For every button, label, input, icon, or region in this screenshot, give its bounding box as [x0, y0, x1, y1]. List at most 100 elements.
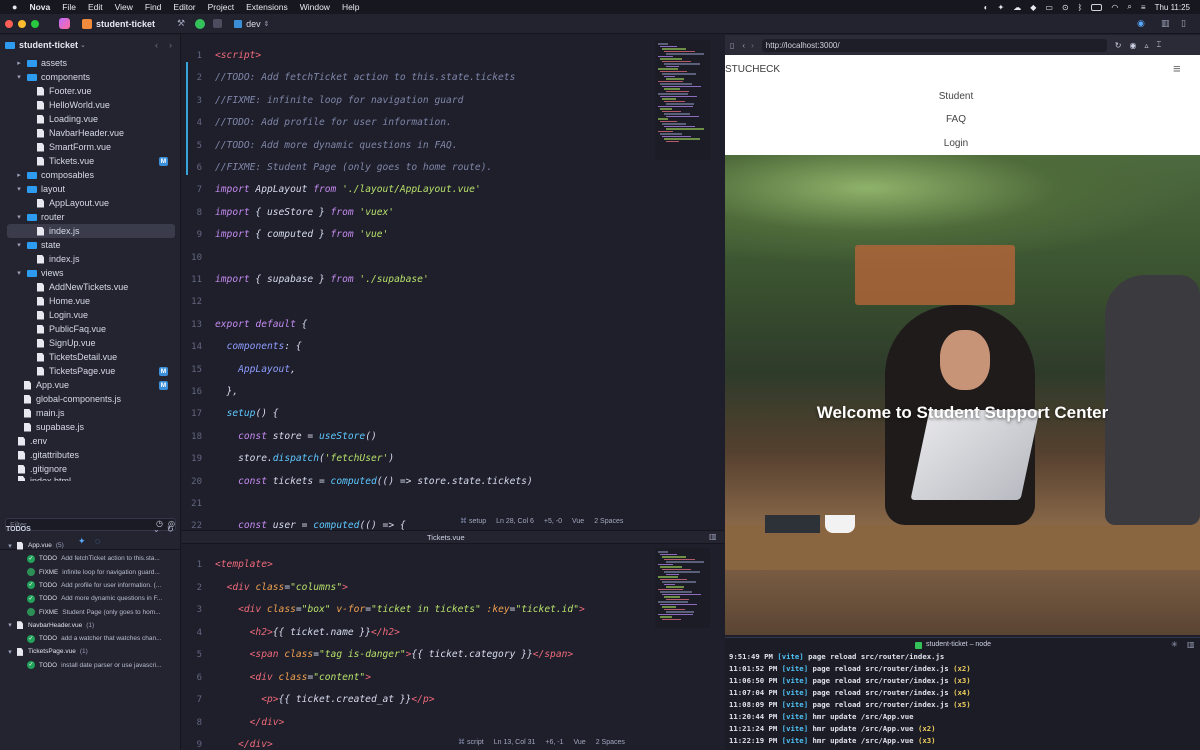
chevron-down-icon[interactable]: ⌄ — [80, 41, 86, 49]
menu-extensions[interactable]: Extensions — [246, 2, 288, 12]
layout-icon[interactable]: ▥ — [1161, 18, 1170, 29]
code-line[interactable]: import { computed } from 'vue' — [215, 229, 388, 240]
status-language[interactable]: Vue — [572, 518, 584, 525]
code-line[interactable]: export default { — [215, 319, 307, 330]
spinner-icon[interactable]: ✳ — [1171, 640, 1178, 649]
code-line[interactable]: <script> — [215, 50, 261, 61]
sidebar-file-HelloWorld-vue[interactable]: HelloWorld.vue — [0, 98, 181, 112]
sidebar-file-global-components-js[interactable]: global-components.js — [0, 392, 181, 406]
sidebar-file-NavbarHeader-vue[interactable]: NavbarHeader.vue — [0, 126, 181, 140]
minimap-bottom[interactable] — [655, 548, 710, 628]
chevron-down-icon[interactable]: ▾ — [15, 269, 23, 277]
chevron-down-icon[interactable]: ▾ — [15, 241, 23, 249]
todo-item[interactable]: ✓ TODO add a watcher that watches chan... — [0, 632, 181, 645]
chevron-down-icon[interactable]: ▾ — [6, 648, 14, 656]
sidebar-toggle-icon[interactable]: ▯ — [1181, 18, 1186, 29]
sidebar-file-SignUp-vue[interactable]: SignUp.vue — [0, 336, 181, 350]
code-line[interactable]: <span class="tag is-danger">{{ ticket.ca… — [215, 649, 574, 660]
project-name[interactable]: student-ticket — [96, 19, 155, 29]
eye-icon[interactable]: ◉ — [1129, 41, 1136, 50]
status-diff[interactable]: +6, -1 — [545, 739, 563, 746]
display-icon[interactable]: ▭ — [1045, 3, 1053, 12]
status-icon[interactable]: ◆ — [1030, 3, 1036, 12]
code-line[interactable]: }, — [215, 386, 239, 397]
sidebar-file-SmartForm-vue[interactable]: SmartForm.vue — [0, 140, 181, 154]
status-icon[interactable]: ⊙ — [1062, 3, 1069, 12]
code-line[interactable]: //TODO: Add more dynamic questions in FA… — [215, 140, 458, 151]
code-line[interactable]: //FIXME: infinite loop for navigation gu… — [215, 95, 463, 106]
code-line[interactable]: AppLayout, — [215, 364, 296, 375]
status-indent[interactable]: 2 Spaces — [594, 518, 623, 525]
sidebar-file-AppLayout-vue[interactable]: AppLayout.vue — [0, 196, 181, 210]
chevron-down-icon[interactable]: ⌄ — [153, 525, 160, 534]
status-language[interactable]: Vue — [574, 739, 586, 746]
sidebar-folder-state[interactable]: ▾ state — [0, 238, 181, 252]
sidebar-file--gitattributes[interactable]: .gitattributes — [0, 448, 181, 462]
sidebar-file-TicketsPage-vue[interactable]: TicketsPage.vue M — [0, 364, 181, 378]
warning-icon[interactable]: ▵ — [1144, 41, 1148, 50]
cloud-icon[interactable]: ☁ — [1013, 3, 1021, 12]
code-line[interactable]: <div class="content"> — [215, 672, 371, 683]
code-line[interactable]: //FIXME: Student Page (only goes to home… — [215, 162, 492, 173]
code-line[interactable]: import AppLayout from './layout/AppLayou… — [215, 184, 481, 195]
chevron-down-icon[interactable]: ▾ — [15, 213, 23, 221]
code-line[interactable]: <template> — [215, 559, 273, 570]
code-line[interactable]: import { supabase } from './supabase' — [215, 274, 429, 285]
chevron-down-icon[interactable]: ▾ — [6, 621, 14, 629]
sidebar-file-Tickets-vue[interactable]: Tickets.vue M — [0, 154, 181, 168]
menu-window[interactable]: Window — [300, 2, 330, 12]
todo-item[interactable]: FIXME infinite loop for navigation guard.… — [0, 566, 181, 579]
status-icon[interactable]: ◐ — [984, 3, 989, 12]
status-symbol[interactable]: setup — [469, 518, 486, 525]
menu-edit[interactable]: Edit — [88, 2, 103, 12]
code-line[interactable]: </div> — [215, 739, 273, 750]
sidebar-file-index-js[interactable]: index.js — [0, 252, 181, 266]
code-line[interactable]: <h2>{{ ticket.name }}</h2> — [215, 627, 400, 638]
wifi-icon[interactable]: ◠ — [1111, 3, 1118, 12]
inspect-icon[interactable]: ⌶ — [1156, 40, 1161, 50]
nav-student[interactable]: Student — [725, 91, 1187, 102]
sidebar-file-Login-vue[interactable]: Login.vue — [0, 308, 181, 322]
site-brand[interactable]: STUCHECK — [725, 64, 780, 75]
status-diff[interactable]: +5, -0 — [544, 518, 562, 525]
sidebar-project-name[interactable]: student-ticket — [19, 40, 78, 50]
code-line[interactable]: components: { — [215, 341, 302, 352]
code-line[interactable]: const store = useStore() — [215, 431, 377, 442]
menu-help[interactable]: Help — [342, 2, 359, 12]
sidebar-file-supabase-js[interactable]: supabase.js — [0, 420, 181, 434]
control-center-icon[interactable]: ≡ — [1141, 3, 1146, 12]
todo-group[interactable]: ▾ NavbarHeader.vue (1) — [0, 619, 181, 632]
zoom-window-button[interactable] — [31, 19, 39, 28]
sidebar-folder-layout[interactable]: ▾ layout — [0, 182, 181, 196]
sidebar-file--env[interactable]: .env — [0, 434, 181, 448]
sidebar-file-App-vue[interactable]: App.vue M — [0, 378, 181, 392]
todo-group[interactable]: ▾ App.vue (5) — [0, 539, 181, 552]
todo-group[interactable]: ▾ TicketsPage.vue (1) — [0, 645, 181, 658]
status-icon[interactable]: ✦ — [997, 3, 1004, 12]
code-line[interactable]: const tickets = computed(() => store.sta… — [215, 476, 533, 487]
sidebar-folder-composables[interactable]: ▸ composables — [0, 168, 181, 182]
chevron-right-icon[interactable]: ▸ — [15, 59, 23, 67]
back-icon[interactable]: ‹ — [742, 41, 745, 50]
terminal-panel[interactable]: student-ticket – node ✳ ▥ 9:51:49 PM [vi… — [725, 637, 1200, 750]
code-line[interactable]: setup() { — [215, 408, 279, 419]
chevron-down-icon[interactable]: ▾ — [6, 542, 14, 550]
inspector-icon[interactable]: ◉ — [1137, 18, 1145, 29]
code-line[interactable]: <p>{{ ticket.created_at }}</p> — [215, 694, 434, 705]
menu-editor[interactable]: Editor — [173, 2, 195, 12]
status-position[interactable]: Ln 28, Col 6 — [496, 518, 534, 525]
split-icon[interactable]: ▥ — [709, 532, 717, 541]
stop-button[interactable] — [213, 19, 223, 28]
sidebar-file-AddNewTickets-vue[interactable]: AddNewTickets.vue — [0, 280, 181, 294]
bluetooth-icon[interactable]: ᛒ — [1078, 3, 1083, 12]
code-line[interactable]: <div class="columns"> — [215, 582, 348, 593]
chevron-down-icon[interactable]: ▾ — [15, 73, 23, 81]
nav-login[interactable]: Login — [725, 138, 1187, 149]
minimize-window-button[interactable] — [18, 19, 26, 28]
sidebar-folder-views[interactable]: ▾ views — [0, 266, 181, 280]
sidebar-file-Footer-vue[interactable]: Footer.vue — [0, 84, 181, 98]
forward-icon[interactable]: › — [751, 41, 754, 50]
todo-item[interactable]: ✓ TODO install date parser or use javascri… — [0, 659, 181, 672]
build-icon[interactable]: ⚒ — [177, 18, 185, 29]
nav-faq[interactable]: FAQ — [725, 114, 1187, 125]
